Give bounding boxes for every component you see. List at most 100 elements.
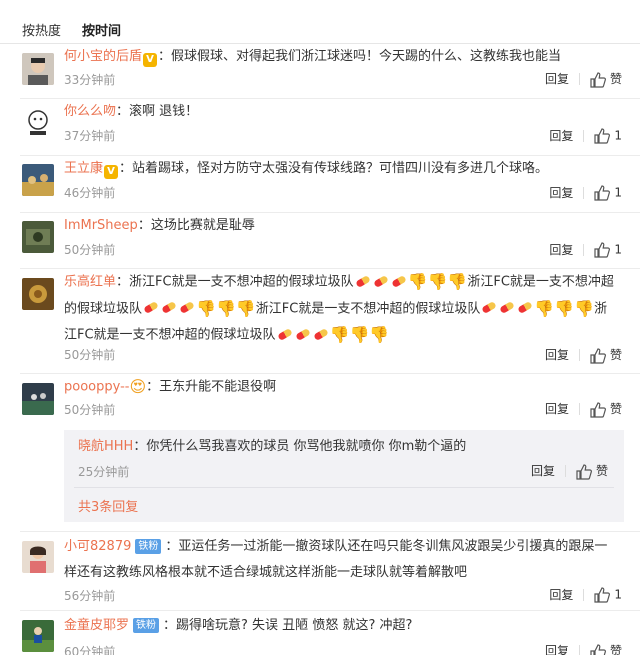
pill-emoji-icon [143,300,159,315]
like-label: 赞 [609,348,622,362]
like-label: 赞 [609,644,622,655]
reply-button[interactable]: 回复 [545,642,569,655]
reply-button[interactable]: 回复 [549,241,573,258]
like-button[interactable]: 赞 [590,70,622,88]
timestamp: 33分钟前 [64,73,116,87]
sort-bar: 按热度 按时间 [0,0,640,44]
username[interactable]: 你么么吻 [64,104,116,119]
thumbs-up-icon [590,71,606,88]
thumbs-up-icon [590,401,606,418]
like-count: 1 [614,587,622,601]
view-more-replies-link[interactable]: 共3条回复 [78,496,138,515]
like-label: 赞 [609,72,622,86]
pill-emoji-icon [517,300,534,315]
reply-button[interactable]: 回复 [545,400,569,417]
username[interactable]: 金童皮耶罗 [64,618,129,633]
reply-button[interactable]: 回复 [549,586,573,603]
pill-emoji-icon [390,274,407,288]
reply-button[interactable]: 回复 [545,70,569,87]
timestamp: 60分钟前 [64,645,116,655]
fan-badge: 铁粉 [135,539,162,554]
pill-emoji-icon [499,300,516,315]
fan-badge: 铁粉 [133,618,160,633]
pill-emoji-icon [179,300,195,315]
thumbs-down-emoji-icon: 👎 [574,298,595,318]
reply-text: ：你凭什么骂我喜欢的球员 你骂他我就喷你 你m勒个逼的 [133,439,467,454]
thumbs-down-emoji-icon: 👎 [534,298,555,318]
avatar[interactable] [22,107,54,139]
username[interactable]: 何小宝的后盾 [64,49,142,64]
username[interactable]: 乐高红单 [64,275,116,290]
comment-item: 小可82879 铁粉 ：亚运任务一过浙能一撤资球队还在吗只能冬训焦风波跟吴少引援真的… [0,532,640,611]
pill-emoji-icon [372,274,389,288]
thumbs-down-emoji-icon: 👎 [369,325,390,344]
reply-thread: 晓航HHH：你凭什么骂我喜欢的球员 你骂他我就喷你 你m勒个逼的 25分钟前 回… [64,430,624,522]
like-button[interactable]: 1 [594,184,622,201]
reply-username[interactable]: 晓航HHH [78,439,133,454]
sort-by-time-tab[interactable]: 按时间 [82,20,121,39]
reply-button[interactable]: 回复 [549,184,573,201]
avatar[interactable] [22,53,54,85]
pill-emoji-icon [312,327,329,341]
pill-emoji-icon [481,300,498,315]
like-button[interactable]: 赞 [590,642,622,655]
timestamp: 56分钟前 [64,589,116,603]
username[interactable]: 王立康 [64,161,103,176]
comment-text: ：假球假球、对得起我们浙江球迷吗！今天踢的什么、这教练我也能当 [158,49,562,64]
thumbs-up-icon [594,586,611,603]
like-count: 1 [614,242,622,256]
thumbs-up-icon [594,241,611,258]
comment-item: 你么么吻：滚啊 退钱！ 37分钟前 回复 1 [0,99,640,156]
avatar[interactable] [22,278,54,310]
sort-by-hot-tab[interactable]: 按热度 [22,20,61,39]
comment-text: ：踢得啥玩意? 失误 丑陋 愤怒 就这? 冲超? [163,618,413,633]
thumbs-down-emoji-icon: 👎 [235,298,256,318]
thumbs-up-icon [590,347,606,364]
like-label: 赞 [595,464,608,478]
thumbs-up-icon [576,463,592,480]
timestamp: 37分钟前 [64,129,116,143]
comment-item: 王立康 V ：站着踢球，怪对方防守太强没有传球线路？可惜四川没有多进几个球咯。 46… [0,156,640,213]
thumbs-up-icon [594,184,611,201]
comment-text: ：这场比赛就是耻辱 [137,218,255,233]
thumbs-down-emoji-icon: 👎 [215,298,236,318]
like-button[interactable]: 1 [594,241,622,258]
reply-button[interactable]: 回复 [545,346,569,363]
thumbs-up-icon [594,127,611,144]
avatar[interactable] [22,383,54,415]
comment-item: ImMrSheep：这场比赛就是耻辱 50分钟前 回复 1 [0,213,640,269]
thumbs-down-emoji-icon: 👎 [427,272,448,291]
thumbs-down-emoji-icon: 👎 [554,298,575,318]
comment-text: ：滚啊 退钱！ [116,104,199,119]
reply-button[interactable]: 回复 [531,462,555,479]
thumbs-down-emoji-icon: 👎 [447,272,468,291]
avatar[interactable] [22,620,54,652]
timestamp: 50分钟前 [64,348,116,362]
like-button[interactable]: 赞 [576,462,608,480]
thumbs-down-emoji-icon: 👎 [349,325,370,344]
pill-emoji-icon [354,274,371,288]
avatar[interactable] [22,221,54,253]
username[interactable]: pooоppy-- [64,380,129,395]
comment-item: pooоppy--😍：王东升能不能退役啊 50分钟前 回复赞 晓航HHH：你凭什… [0,374,640,532]
like-count: 1 [614,185,622,199]
avatar[interactable] [22,541,54,573]
reply-timestamp: 25分钟前 [78,465,130,479]
username[interactable]: ImMrSheep [64,218,138,233]
username[interactable]: 小可82879 [64,539,131,554]
verified-badge-icon: V [104,165,119,179]
like-button[interactable]: 1 [594,586,622,603]
comment-item: 金童皮耶罗 铁粉 ：踢得啥玩意? 失误 丑陋 愤怒 就这? 冲超? 60分钟前 回复… [0,611,640,655]
reply-button[interactable]: 回复 [549,127,573,144]
pill-emoji-icon [161,300,177,315]
avatar[interactable] [22,164,54,196]
like-button[interactable]: 赞 [590,400,622,418]
comment-text: ：站着踢球，怪对方防守太强没有传球线路？可惜四川没有多进几个球咯。 [119,161,549,176]
like-button[interactable]: 赞 [590,346,622,364]
like-label: 赞 [609,402,622,416]
comment-text: ：浙江FC就是一支不想冲超的假球垃圾队 [116,274,354,290]
like-button[interactable]: 1 [594,127,622,144]
comment-item: 乐高红单：浙江FC就是一支不想冲超的假球垃圾队 👎👎👎浙江FC就是一支不想冲超的假… [0,269,640,374]
verified-badge-icon: V [143,53,158,67]
comment-item: 何小宝的后盾 V ：假球假球、对得起我们浙江球迷吗！今天踢的什么、这教练我也能当 3… [0,44,640,99]
